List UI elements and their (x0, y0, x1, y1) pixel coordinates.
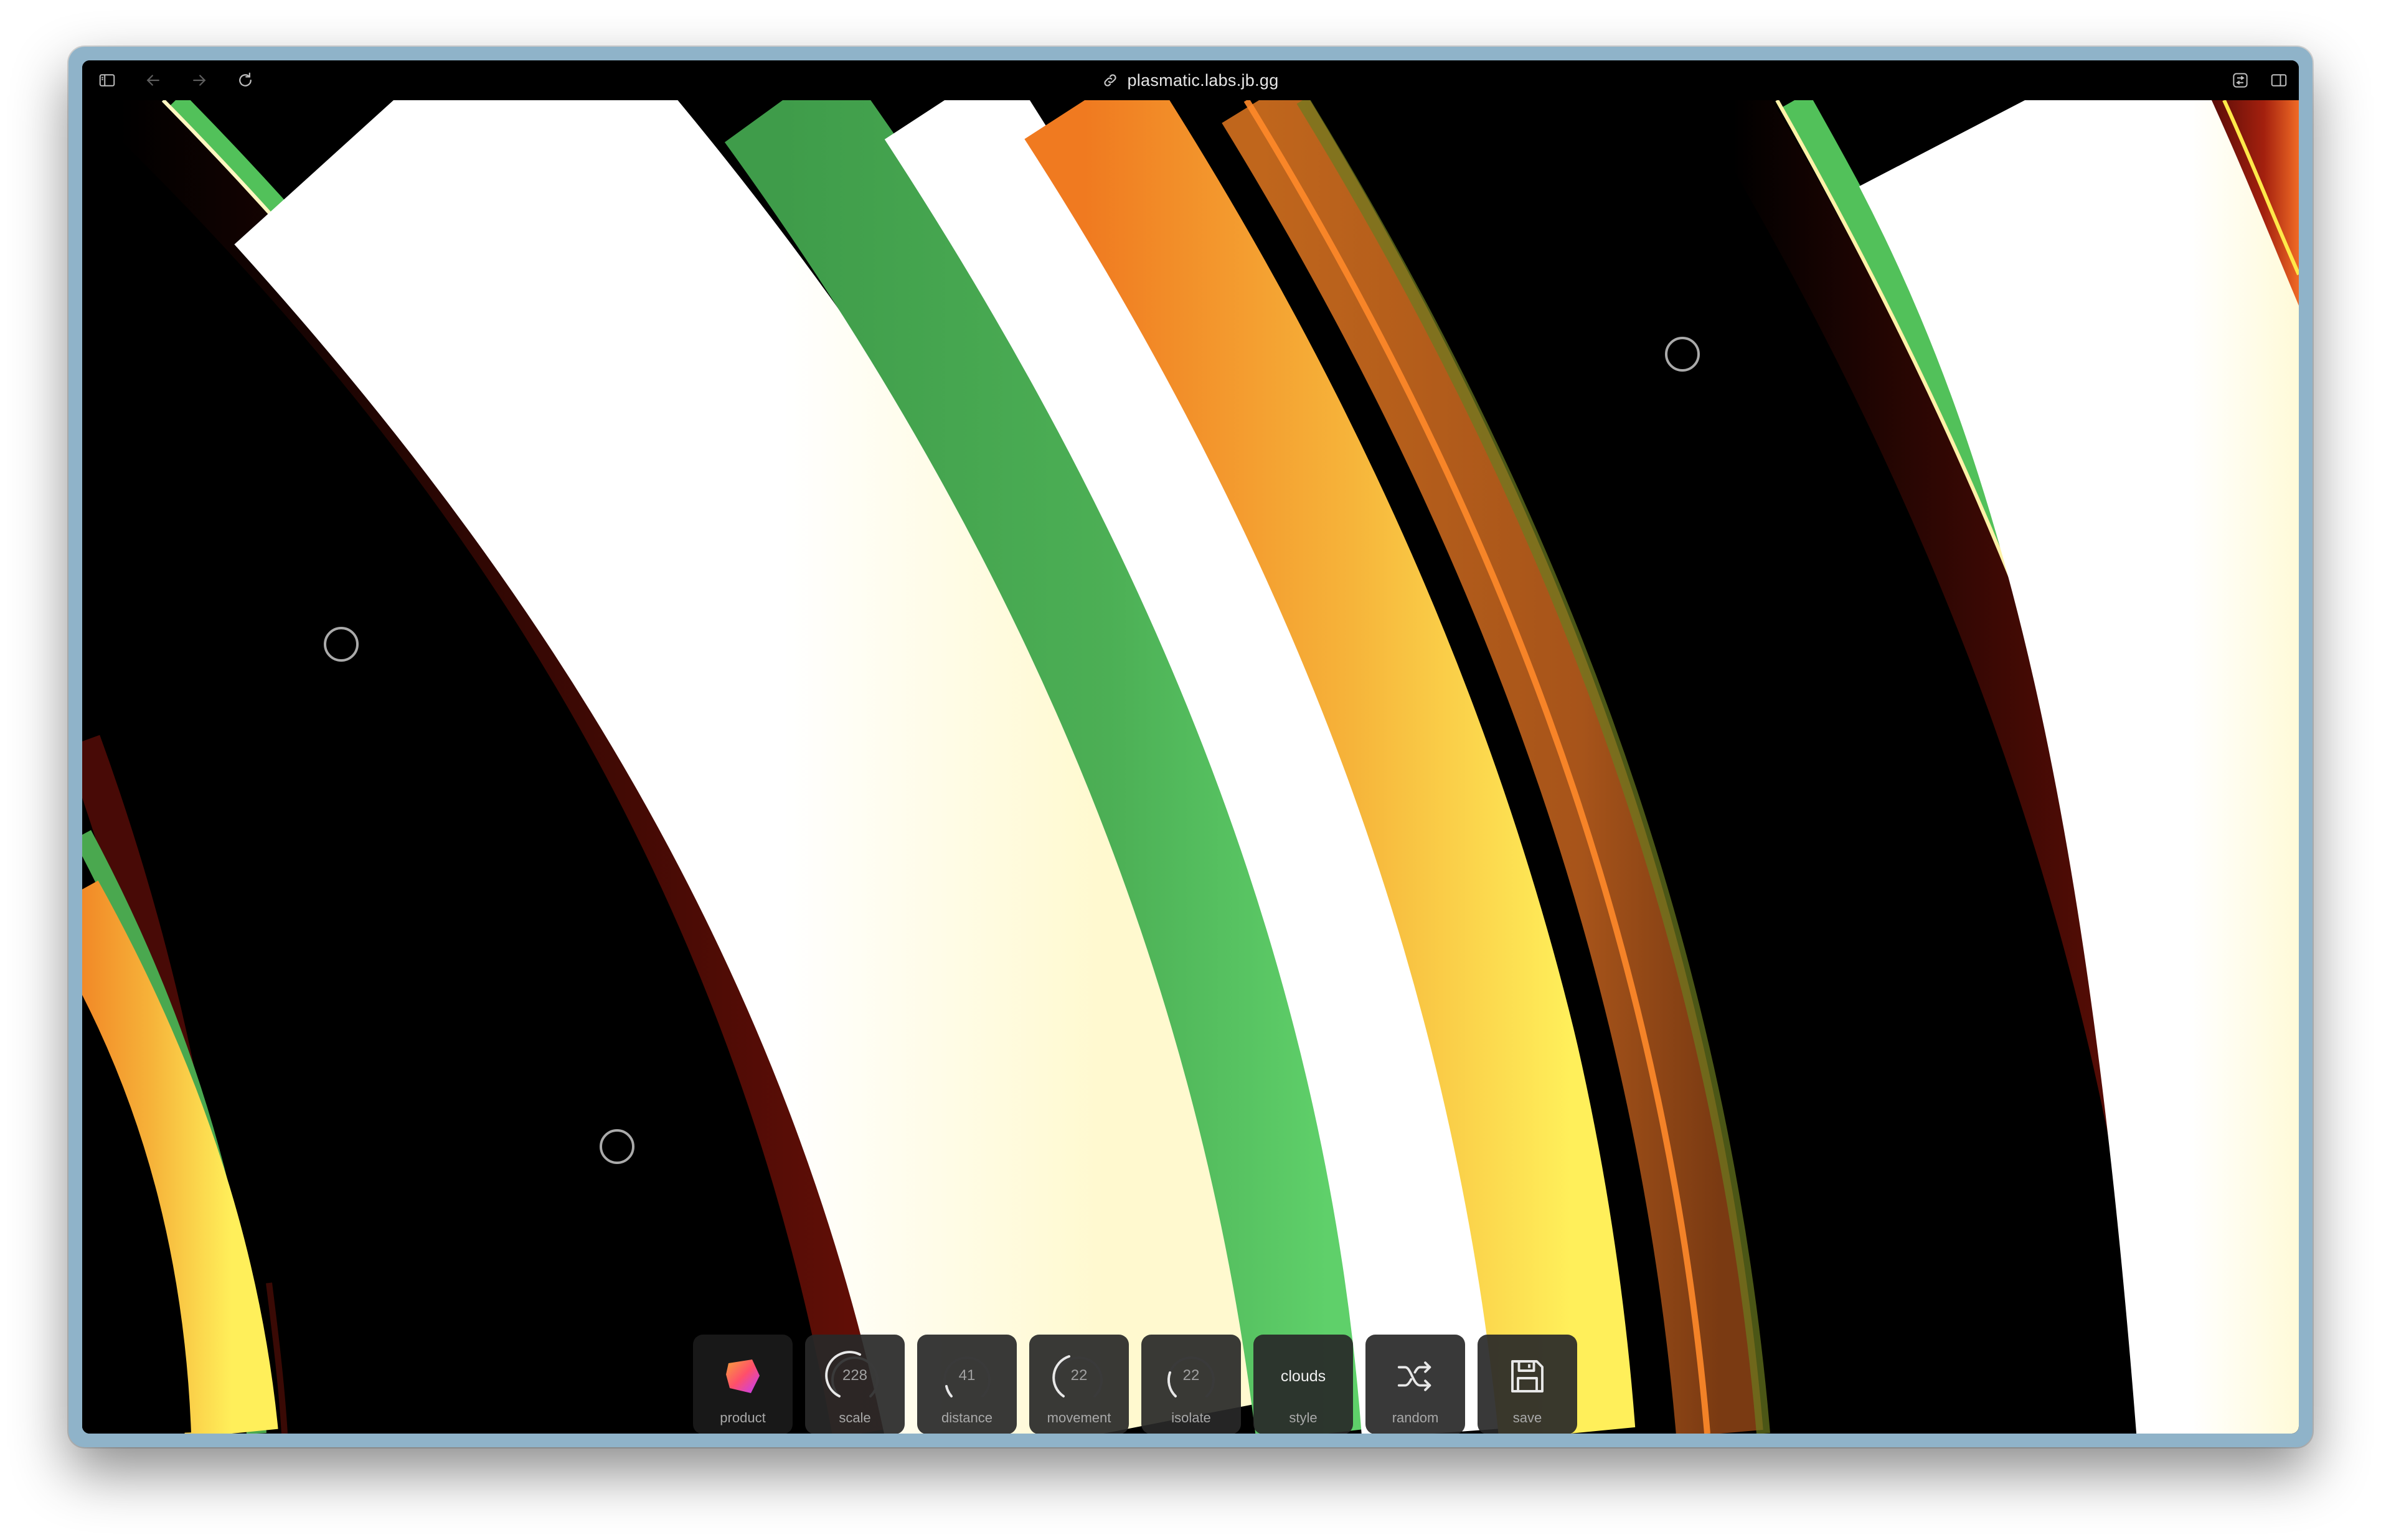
distance-label: distance (941, 1410, 992, 1425)
product-button[interactable]: product (693, 1335, 793, 1434)
browser-toolbar: plasmatic.labs.jb.gg (82, 60, 2299, 100)
shuffle-icon (1365, 1348, 1465, 1404)
movement-value: 22 (1070, 1367, 1088, 1384)
isolate-label: isolate (1171, 1410, 1211, 1425)
style-button[interactable]: clouds style (1253, 1335, 1353, 1434)
save-label: save (1512, 1410, 1542, 1425)
movement-label: movement (1047, 1410, 1111, 1425)
control-point-marker[interactable] (324, 627, 359, 662)
isolate-value: 22 (1182, 1367, 1200, 1384)
split-view-icon[interactable] (2268, 69, 2290, 92)
browser-content: plasmatic.labs.jb.gg product 228 scale 4… (82, 60, 2299, 1434)
style-label: style (1289, 1410, 1318, 1425)
plasma-canvas[interactable] (82, 100, 2299, 1434)
address-bar[interactable]: plasmatic.labs.jb.gg (82, 60, 2299, 100)
random-button[interactable]: random (1365, 1335, 1465, 1434)
translate-icon[interactable] (2229, 69, 2251, 92)
scale-value: 228 (842, 1367, 868, 1384)
random-label: random (1392, 1410, 1439, 1425)
movement-knob[interactable]: 22 movement (1029, 1335, 1129, 1434)
control-point-marker[interactable] (1665, 337, 1700, 372)
link-icon (1104, 74, 1117, 87)
distance-value: 41 (958, 1367, 976, 1384)
save-button[interactable]: save (1478, 1335, 1577, 1434)
product-logo-icon (693, 1348, 793, 1404)
style-value-container: clouds (1253, 1348, 1353, 1404)
scale-knob[interactable]: 228 scale (805, 1335, 905, 1434)
control-panel: product 228 scale 41 distance 22 movemen… (693, 1335, 1577, 1434)
floppy-disk-icon (1478, 1348, 1577, 1404)
product-label: product (720, 1410, 766, 1425)
scale-label: scale (839, 1410, 871, 1425)
style-value: clouds (1280, 1367, 1326, 1385)
distance-knob[interactable]: 41 distance (917, 1335, 1017, 1434)
isolate-knob[interactable]: 22 isolate (1141, 1335, 1241, 1434)
browser-window: plasmatic.labs.jb.gg product 228 scale 4… (68, 47, 2313, 1447)
plasma-artwork (82, 100, 2299, 1434)
control-point-marker[interactable] (600, 1129, 634, 1164)
url-text: plasmatic.labs.jb.gg (1127, 70, 1279, 90)
